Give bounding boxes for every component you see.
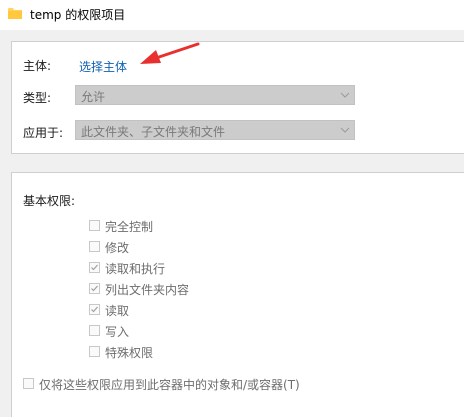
permission-checkbox[interactable]: [89, 241, 100, 252]
window-title: temp 的权限项目: [30, 8, 126, 22]
permission-checkbox[interactable]: [89, 304, 100, 315]
title-bar: temp 的权限项目: [0, 0, 464, 30]
permission-checkbox[interactable]: [89, 325, 100, 336]
permission-checkbox[interactable]: [89, 346, 100, 357]
permission-label: 特殊权限: [105, 346, 154, 360]
principal-label: 主体:: [23, 59, 52, 73]
check-icon: [91, 285, 98, 292]
permission-label: 读取和执行: [105, 262, 166, 276]
permission-checkbox[interactable]: [89, 220, 100, 231]
permission-label: 列出文件夹内容: [105, 283, 190, 297]
chevron-down-icon: [340, 127, 350, 133]
type-dropdown-value: 允许: [81, 90, 106, 104]
apply-to-containers-label: 仅将这些权限应用到此容器中的对象和/或容器(T): [39, 378, 300, 392]
type-label: 类型:: [23, 91, 52, 105]
apply-to-containers-checkbox[interactable]: [23, 378, 34, 389]
applies-to-dropdown[interactable]: 此文件夹、子文件夹和文件: [75, 120, 355, 140]
permission-checkbox[interactable]: [89, 262, 100, 273]
check-icon: [91, 264, 98, 271]
permission-label: 读取: [105, 304, 130, 318]
permission-checkbox[interactable]: [89, 283, 100, 294]
check-icon: [91, 306, 98, 313]
permission-label: 写入: [105, 325, 130, 339]
permission-label: 修改: [105, 241, 130, 255]
applies-to-label: 应用于:: [23, 126, 64, 140]
basic-permissions-label: 基本权限:: [23, 194, 76, 208]
applies-to-dropdown-value: 此文件夹、子文件夹和文件: [81, 125, 226, 139]
permission-label: 完全控制: [105, 220, 154, 234]
type-dropdown[interactable]: 允许: [75, 85, 355, 105]
select-principal-link[interactable]: 选择主体: [79, 58, 127, 75]
folder-icon: [8, 8, 22, 19]
chevron-down-icon: [340, 92, 350, 98]
